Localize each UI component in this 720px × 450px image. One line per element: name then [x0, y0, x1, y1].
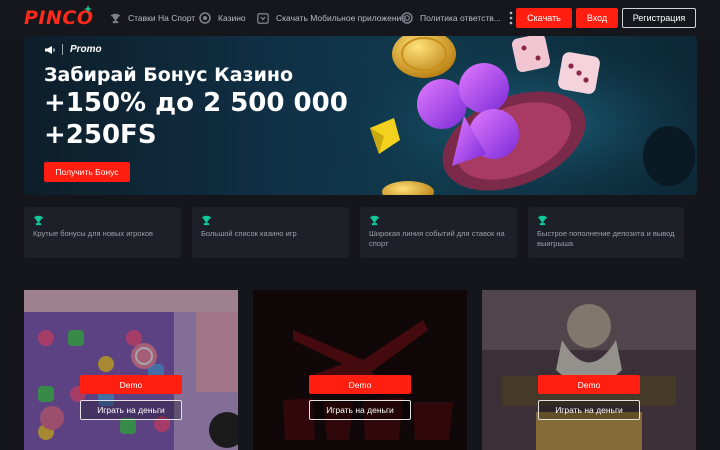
get-bonus-button[interactable]: Получить Бонус — [44, 162, 130, 182]
policy-icon — [401, 12, 413, 24]
download-app-icon — [257, 12, 269, 24]
logo-spark-icon — [84, 5, 92, 13]
nav-sports[interactable]: Ставки На Спорт — [110, 0, 195, 36]
login-button[interactable]: Вход — [576, 8, 618, 28]
demo-button[interactable]: Demo — [309, 375, 411, 394]
nav-policy[interactable]: Политика ответств... — [401, 0, 501, 36]
demo-button[interactable]: Demo — [80, 375, 182, 394]
trophy-icon — [33, 215, 44, 226]
demo-button[interactable]: Demo — [538, 375, 640, 394]
nav-casino[interactable]: Казино — [199, 0, 246, 36]
promo-banner: Promo Забирай Бонус Казино +150% до 2 50… — [24, 36, 697, 195]
play-for-money-button[interactable]: Играть на деньги — [538, 400, 640, 420]
feature-card-games: Большой список казино игр — [192, 207, 349, 258]
feature-text: Широкая линия событий для ставок на спор… — [369, 229, 505, 248]
feature-card-payments: Быстрое пополнение депозита и вывод выиг… — [528, 207, 684, 258]
feature-text: Большой список казино игр — [201, 229, 297, 238]
feature-text: Крутые бонусы для новых игроков — [33, 229, 153, 238]
banner-title: Забирай Бонус Казино — [44, 64, 294, 86]
play-for-money-button[interactable]: Играть на деньги — [80, 400, 182, 420]
banner-free-spins: +250FS — [44, 120, 157, 150]
feature-card-sports: Широкая линия событий для ставок на спор… — [360, 207, 517, 258]
feature-text: Быстрое пополнение депозита и вывод выиг… — [537, 229, 675, 248]
feature-card-bonuses: Крутые бонусы для новых игроков — [24, 207, 181, 258]
nav-mobile-app[interactable]: Скачать Мобильное приложение — [257, 0, 406, 36]
game-card-aviator[interactable]: Demo Играть на деньги — [253, 290, 467, 450]
nav-policy-label: Политика ответств... — [420, 13, 501, 23]
play-for-money-button[interactable]: Играть на деньги — [309, 400, 411, 420]
site-header: PINCO Ставки На Спорт Казино Скачать Моб… — [0, 0, 720, 36]
game-card-sweet-bonanza[interactable]: Demo Играть на деньги — [24, 290, 238, 450]
chip-icon — [199, 12, 211, 24]
nav-casino-label: Казино — [218, 13, 246, 23]
game-card-gates-of-olympus[interactable]: Demo Играть на деньги — [482, 290, 696, 450]
trophy-icon — [537, 215, 548, 226]
promo-tag-label: Promo — [70, 44, 102, 55]
promo-tag: Promo — [44, 44, 102, 55]
trophy-icon — [110, 13, 121, 23]
game-card-overlay — [24, 290, 238, 450]
game-card-overlay — [253, 290, 467, 450]
casino-bonus-artwork — [324, 36, 697, 195]
nav-sports-label: Ставки На Спорт — [128, 13, 196, 23]
download-button[interactable]: Скачать — [516, 8, 572, 28]
banner-bonus-percent: +150% до 2 500 000 — [44, 88, 348, 118]
promo-divider — [62, 44, 63, 55]
trophy-icon — [201, 215, 212, 226]
more-menu-icon[interactable] — [509, 11, 513, 25]
nav-mobile-app-label: Скачать Мобильное приложение — [276, 13, 407, 23]
megaphone-icon — [45, 45, 55, 54]
register-button[interactable]: Регистрация — [622, 8, 696, 28]
game-card-overlay — [482, 290, 696, 450]
trophy-icon — [369, 215, 380, 226]
